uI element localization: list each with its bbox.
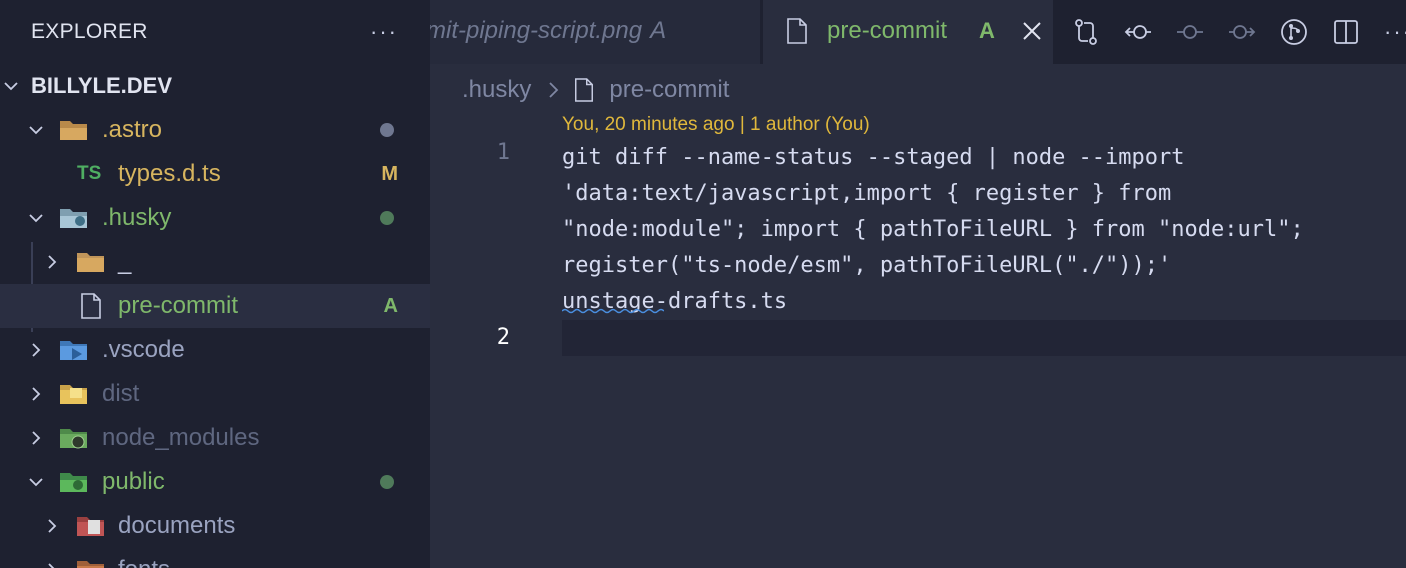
close-icon[interactable] xyxy=(1019,18,1045,44)
chevron-right-icon xyxy=(28,342,44,358)
gitlens-icon[interactable] xyxy=(1276,14,1312,50)
tree-root-label: BILLYLE.DEV xyxy=(31,73,172,98)
tree-item-label: pre-commit xyxy=(118,292,239,319)
tree-item-public-folder[interactable]: public xyxy=(0,460,430,504)
tree-root-billyle-dev[interactable]: BILLYLE.DEV xyxy=(0,64,430,108)
added-badge: A xyxy=(383,294,398,317)
typescript-icon: TS xyxy=(77,163,102,184)
split-editor-icon[interactable] xyxy=(1328,14,1364,50)
public-folder-icon xyxy=(58,469,90,495)
spelling-squiggle xyxy=(562,308,664,314)
chevron-right-icon xyxy=(44,518,60,534)
chevron-down-icon xyxy=(28,122,44,138)
tree-item-vscode-folder[interactable]: .vscode xyxy=(0,328,430,372)
tree-item-documents-folder[interactable]: documents xyxy=(0,504,430,548)
vscode-folder-icon xyxy=(58,337,90,363)
modified-dot xyxy=(380,123,394,137)
tree-item-astro-folder[interactable]: .astro xyxy=(0,108,430,152)
breadcrumb: .husky pre-commit xyxy=(462,74,729,106)
git-compare-icon[interactable] xyxy=(1068,14,1104,50)
code-line[interactable]: git diff --name-status --staged | node -… xyxy=(562,140,1304,320)
file-icon xyxy=(575,78,594,102)
tab-label: pre-commit xyxy=(827,17,948,44)
gitlens-blame-annotation[interactable]: You, 20 minutes ago | 1 author (You) xyxy=(562,114,870,136)
tree-item-label: .vscode xyxy=(102,336,185,363)
previous-change-icon[interactable] xyxy=(1120,14,1156,50)
code-editor[interactable]: .husky pre-commit You, 20 minutes ago | … xyxy=(430,64,1406,568)
folder-open-icon xyxy=(58,117,90,143)
chevron-right-icon xyxy=(549,82,559,98)
breadcrumb-folder[interactable]: .husky xyxy=(462,76,531,104)
tab-label: mit-piping-script.png A xyxy=(430,17,667,44)
breadcrumb-file[interactable]: pre-commit xyxy=(609,76,729,104)
tab-pre-commit[interactable]: pre-commit A xyxy=(763,0,1053,64)
node-modules-folder-icon xyxy=(58,425,90,451)
chevron-down-icon xyxy=(3,78,19,94)
chevron-right-icon xyxy=(28,430,44,446)
chevron-right-icon xyxy=(28,386,44,402)
tree-item-label: documents xyxy=(118,512,236,539)
folder-icon xyxy=(75,249,107,275)
tree-item-label: _ xyxy=(118,248,132,275)
tree-item-husky-folder[interactable]: .husky xyxy=(0,196,430,240)
current-line-highlight xyxy=(562,320,1406,356)
editor-tab-bar: mit-piping-script.pngA pre-commit A ··· xyxy=(430,0,1406,64)
tree-item-fonts-folder[interactable]: fonts xyxy=(0,548,430,568)
tree-item-label: .astro xyxy=(102,116,163,143)
commit-icon[interactable] xyxy=(1172,14,1208,50)
more-actions-button[interactable]: ··· xyxy=(1384,19,1406,45)
modified-badge: M xyxy=(381,162,398,185)
tab-status: A xyxy=(979,18,995,43)
tree-item-underscore-folder[interactable]: _ xyxy=(0,240,430,284)
tree-item-dist-folder[interactable]: dist xyxy=(0,372,430,416)
chevron-right-icon xyxy=(44,562,60,568)
tree-item-pre-commit[interactable]: pre-commit A xyxy=(0,284,430,328)
tab-status: A xyxy=(650,17,667,44)
chevron-down-icon xyxy=(28,210,44,226)
explorer-more-actions-button[interactable]: ··· xyxy=(370,19,398,45)
fonts-folder-icon xyxy=(75,557,107,568)
documents-folder-icon xyxy=(75,513,107,539)
file-tree: BILLYLE.DEV .astro TS types.d.ts M .husk… xyxy=(0,64,430,568)
file-icon xyxy=(75,293,107,319)
chevron-right-icon xyxy=(44,254,60,270)
tree-item-label: node_modules xyxy=(102,424,260,451)
dist-folder-icon xyxy=(58,381,90,407)
tree-item-label: fonts xyxy=(118,556,170,568)
tree-item-label: types.d.ts xyxy=(118,160,221,187)
tree-item-label: dist xyxy=(102,380,140,407)
tree-item-node-modules-folder[interactable]: node_modules xyxy=(0,416,430,460)
explorer-title: EXPLORER xyxy=(31,20,148,43)
line-number: 2 xyxy=(496,325,510,350)
next-change-icon[interactable] xyxy=(1224,14,1260,50)
modified-dot xyxy=(380,211,394,225)
tree-item-label: .husky xyxy=(102,204,172,231)
husky-folder-icon xyxy=(58,205,90,231)
line-number: 1 xyxy=(496,140,510,165)
editor-actions: ··· xyxy=(1068,14,1406,50)
tree-item-types-d-ts[interactable]: TS types.d.ts M xyxy=(0,152,430,196)
file-icon xyxy=(785,18,809,49)
modified-dot xyxy=(380,475,394,489)
tab-piping-script-png[interactable]: mit-piping-script.png A xyxy=(430,0,760,64)
explorer-sidebar: EXPLORER ··· BILLYLE.DEV .astro TS types… xyxy=(0,0,430,568)
chevron-down-icon xyxy=(28,474,44,490)
explorer-header: EXPLORER ··· xyxy=(0,0,430,64)
tree-item-label: public xyxy=(102,468,165,495)
